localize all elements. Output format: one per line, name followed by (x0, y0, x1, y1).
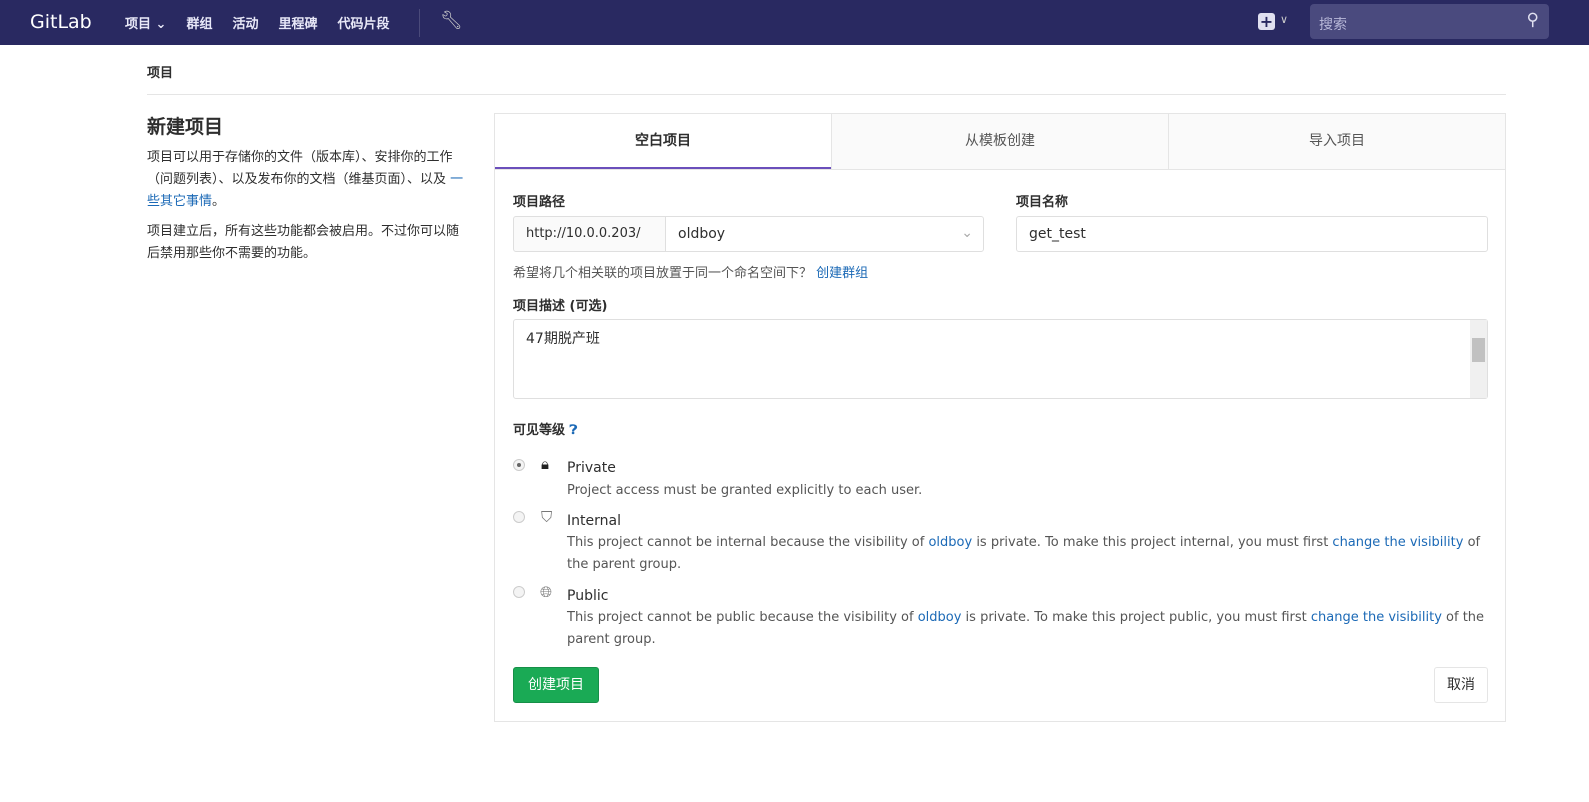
nav-divider (419, 9, 420, 37)
nav-activity[interactable]: 活动 (232, 13, 258, 32)
group-link[interactable]: oldboy (928, 535, 972, 550)
page-title: 新建项目 (147, 116, 224, 138)
nav-projects[interactable]: 项目 ⌄ (125, 13, 166, 32)
radio-public[interactable] (513, 586, 525, 598)
change-visibility-link[interactable]: change the visibility (1332, 535, 1463, 550)
globe-icon: 🌐︎ (540, 583, 553, 601)
description-label: 项目描述 (可选) (513, 299, 608, 314)
intro-text-1: 项目可以用于存储你的文件（版本库）、安排你的工作（问题列表）、以及发布你的文档（… (147, 147, 467, 213)
nav-snippets[interactable]: 代码片段 (338, 13, 390, 32)
group-link[interactable]: oldboy (918, 610, 962, 625)
intro-end: 。 (212, 194, 226, 209)
description-value: 47期脱产班 (526, 331, 600, 347)
gitlab-logo[interactable]: GitLab (30, 11, 92, 33)
visibility-public-desc: This project cannot be public because th… (567, 607, 1487, 651)
new-plus-icon[interactable]: + (1258, 13, 1275, 30)
group-hint-text: 希望将几个相关联的项目放置于同一个命名空间下？ (513, 266, 817, 281)
path-label: 项目路径 (513, 195, 566, 210)
search-input[interactable]: 搜索 ⚲ (1310, 4, 1549, 39)
divider (147, 94, 1506, 95)
create-project-button[interactable]: 创建项目 (513, 667, 599, 703)
intro-text: 项目可以用于存储你的文件（版本库）、安排你的工作（问题列表）、以及发布你的文档（… (147, 150, 453, 187)
radio-private[interactable] (513, 459, 525, 471)
tab-import-project[interactable]: 导入项目 (1168, 114, 1505, 169)
help-question-icon[interactable]: ❓︎ (570, 423, 578, 438)
desc-text: This project cannot be public because th… (567, 610, 918, 625)
top-navbar: GitLab 项目 ⌄ 群组 活动 里程碑 代码片段 🔧︎ + ∨ 搜索 ⚲ (0, 0, 1589, 45)
description-textarea[interactable]: 47期脱产班 (513, 319, 1488, 399)
project-name-input[interactable]: get_test (1016, 216, 1488, 252)
nav-groups[interactable]: 群组 (186, 13, 212, 32)
visibility-internal-title[interactable]: Internal (567, 513, 621, 529)
desc-text: This project cannot be internal because … (567, 535, 929, 550)
chevron-down-icon[interactable]: ∨ (1280, 13, 1288, 26)
tab-blank-project[interactable]: 空白项目 (495, 114, 831, 169)
group-hint: 希望将几个相关联的项目放置于同一个命名空间下？ 创建群组 (513, 262, 868, 281)
chevron-down-icon: ⌄ (961, 225, 973, 241)
breadcrumb[interactable]: 项目 (147, 62, 173, 81)
visibility-label-text: 可见等级 (513, 423, 566, 438)
search-icon: ⚲ (1526, 10, 1539, 30)
desc-text: is private. To make this project public,… (961, 610, 1311, 625)
nav-projects-label: 项目 (125, 17, 152, 32)
desc-text: is private. To make this project interna… (972, 535, 1333, 550)
change-visibility-link[interactable]: change the visibility (1311, 610, 1442, 625)
visibility-public-title[interactable]: Public (567, 588, 608, 604)
new-project-panel: 空白项目 从模板创建 导入项目 项目路径 http://10.0.0.203/ … (494, 113, 1506, 722)
visibility-label: 可见等级 ❓︎ (513, 419, 577, 438)
nav-milestones[interactable]: 里程碑 (278, 13, 317, 32)
intro: 新建项目 项目可以用于存储你的文件（版本库）、安排你的工作（问题列表）、以及发布… (147, 112, 467, 273)
create-group-link[interactable]: 创建群组 (816, 266, 868, 281)
visibility-private-desc: Project access must be granted explicitl… (567, 483, 923, 498)
tab-from-template[interactable]: 从模板创建 (831, 114, 1168, 169)
visibility-private-title[interactable]: Private (567, 460, 616, 476)
cancel-button[interactable]: 取消 (1434, 667, 1488, 703)
intro-text-2: 项目建立后，所有这些功能都会被启用。不过你可以随后禁用那些你不需要的功能。 (147, 224, 460, 261)
visibility-internal-desc: This project cannot be internal because … (567, 532, 1487, 576)
radio-internal[interactable] (513, 511, 525, 523)
chevron-down-icon: ⌄ (155, 17, 167, 32)
path-prefix: http://10.0.0.203/ (513, 216, 666, 252)
lock-icon: 🔒︎ (541, 455, 549, 473)
namespace-value: oldboy (678, 226, 726, 242)
admin-wrench-icon[interactable]: 🔧︎ (440, 10, 463, 31)
name-label: 项目名称 (1016, 195, 1069, 210)
scrollbar[interactable] (1470, 320, 1487, 398)
shield-icon: ⛉ (541, 508, 553, 526)
namespace-select[interactable]: oldboy ⌄ (665, 216, 984, 252)
search-placeholder: 搜索 (1319, 17, 1347, 33)
